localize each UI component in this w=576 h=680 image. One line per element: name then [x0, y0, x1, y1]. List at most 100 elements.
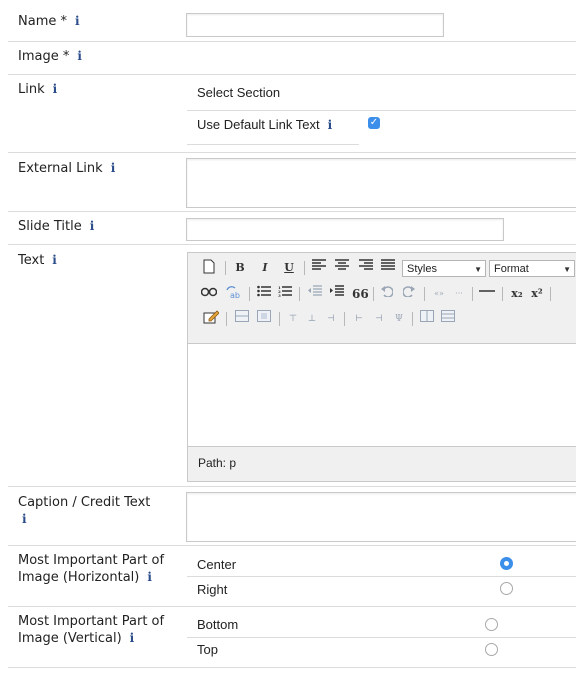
italic-button[interactable]: I — [258, 259, 272, 277]
text-label-text: Text — [18, 253, 45, 268]
bulleted-list-icon[interactable] — [256, 285, 272, 303]
text-label: Text i — [18, 252, 57, 269]
subscript-button[interactable]: x₂ — [509, 285, 525, 303]
new-page-icon[interactable] — [202, 259, 216, 277]
delete-column-icon[interactable]: Ψ — [391, 310, 407, 328]
use-default-link-text: Use Default Link Text — [197, 117, 320, 132]
svg-text:3: 3 — [278, 293, 281, 297]
chevron-down-icon: ▼ — [474, 265, 482, 274]
focus-horizontal-label: Most Important Part of Image (Horizontal… — [18, 552, 164, 586]
find-icon[interactable] — [200, 285, 218, 303]
edit-source-icon[interactable] — [202, 310, 220, 328]
link-label: Link i — [18, 81, 57, 98]
external-link-textarea[interactable] — [186, 158, 576, 208]
styles-dropdown[interactable]: Styles ▼ — [402, 260, 486, 277]
option-divider — [187, 576, 576, 577]
focus-vertical-label-line2: Image (Vertical) — [18, 631, 122, 646]
table-row-icon[interactable] — [234, 310, 250, 328]
option-center-radio[interactable] — [500, 557, 513, 570]
editor-path: Path: p — [198, 456, 237, 470]
rich-text-editor: B I U Styles ▼ Format ▼ ab 1 2 3 66 «» ·… — [187, 252, 576, 482]
option-right-radio[interactable] — [500, 582, 513, 595]
editor-toolbar-row-3: ⊤ ⊥ ⊣ ⊢ ⊣ Ψ — [188, 307, 576, 331]
option-bottom-radio[interactable] — [485, 618, 498, 631]
option-center-label: Center — [197, 557, 237, 572]
editor-toolbar-row-2: ab 123 66 «» ··· x₂ x² — [188, 282, 576, 306]
option-divider — [187, 637, 576, 638]
info-icon[interactable]: i — [328, 118, 333, 132]
toolbar-separator — [249, 287, 250, 301]
toolbar-separator — [299, 287, 300, 301]
image-label-text: Image * — [18, 49, 70, 64]
slide-title-label-text: Slide Title — [18, 219, 82, 234]
abbreviation-icon[interactable]: ··· — [450, 285, 468, 303]
bold-button[interactable]: B — [233, 259, 247, 277]
name-label-text: Name * — [18, 14, 67, 29]
use-default-link-text-checkbox[interactable]: ✓ — [368, 117, 380, 129]
link-label-text: Link — [18, 82, 45, 97]
align-left-icon[interactable] — [311, 259, 327, 277]
chevron-down-icon: ▼ — [563, 265, 571, 274]
toolbar-separator — [225, 261, 226, 275]
info-icon[interactable]: i — [53, 82, 58, 96]
toolbar-separator — [373, 287, 374, 301]
format-dropdown[interactable]: Format ▼ — [489, 260, 575, 277]
editor-toolbar-row-1: B I U Styles ▼ Format ▼ — [188, 256, 576, 280]
superscript-button[interactable]: x² — [529, 285, 545, 303]
link-divider-2 — [187, 144, 359, 145]
info-icon[interactable]: i — [111, 161, 116, 175]
insert-quote-icon[interactable]: «» — [430, 285, 448, 303]
blockquote-button[interactable]: 66 — [352, 285, 369, 303]
name-label: Name * i — [18, 13, 80, 30]
numbered-list-icon[interactable]: 123 — [277, 285, 293, 303]
option-top-radio[interactable] — [485, 643, 498, 656]
toolbar-separator — [424, 287, 425, 301]
insert-row-after-icon[interactable]: ⊥ — [304, 310, 320, 328]
merge-cells-icon[interactable] — [440, 310, 456, 328]
image-row: Image * i — [8, 42, 576, 75]
link-row: Link i — [8, 75, 576, 153]
focus-horizontal-label-line1: Most Important Part of — [18, 553, 165, 568]
name-input[interactable] — [186, 13, 444, 37]
split-cells-icon[interactable] — [419, 310, 435, 328]
table-column-icon[interactable] — [256, 310, 272, 328]
outdent-icon[interactable] — [307, 285, 323, 303]
use-default-link-text-label: Use Default Link Text i — [197, 117, 332, 132]
select-section-link[interactable]: Select Section — [197, 85, 280, 100]
justify-icon[interactable] — [380, 259, 396, 277]
caption-label: Caption / Credit Text i — [18, 494, 178, 528]
insert-column-before-icon[interactable]: ⊢ — [351, 310, 367, 328]
external-link-label-text: External Link — [18, 161, 103, 176]
focus-vertical-label-line1: Most Important Part of — [18, 614, 165, 629]
horizontal-rule-icon[interactable] — [478, 285, 496, 303]
editor-content-area[interactable] — [188, 343, 576, 447]
info-icon[interactable]: i — [147, 570, 152, 584]
align-center-icon[interactable] — [334, 259, 350, 277]
replace-icon[interactable]: ab — [224, 285, 242, 303]
align-right-icon[interactable] — [358, 259, 374, 277]
info-icon[interactable]: i — [75, 14, 80, 28]
toolbar-separator — [304, 261, 305, 275]
info-icon[interactable]: i — [90, 219, 95, 233]
slide-title-input[interactable] — [186, 218, 504, 241]
option-top-label: Top — [197, 642, 218, 657]
info-icon[interactable]: i — [77, 49, 82, 63]
redo-icon[interactable] — [402, 285, 416, 303]
info-icon[interactable]: i — [22, 512, 27, 526]
info-icon[interactable]: i — [52, 253, 57, 267]
underline-button[interactable]: U — [282, 259, 296, 277]
indent-icon[interactable] — [329, 285, 345, 303]
toolbar-separator — [502, 287, 503, 301]
toolbar-separator — [412, 312, 413, 326]
toolbar-separator — [472, 287, 473, 301]
info-icon[interactable]: i — [130, 631, 135, 645]
link-divider — [187, 110, 576, 111]
caption-textarea[interactable] — [186, 492, 576, 542]
toolbar-separator — [226, 312, 227, 326]
insert-column-after-icon[interactable]: ⊣ — [371, 310, 387, 328]
undo-icon[interactable] — [380, 285, 394, 303]
image-label: Image * i — [18, 48, 82, 65]
insert-row-before-icon[interactable]: ⊤ — [285, 310, 301, 328]
focus-vertical-label: Most Important Part of Image (Vertical) i — [18, 613, 164, 647]
delete-row-icon[interactable]: ⊣ — [323, 310, 339, 328]
